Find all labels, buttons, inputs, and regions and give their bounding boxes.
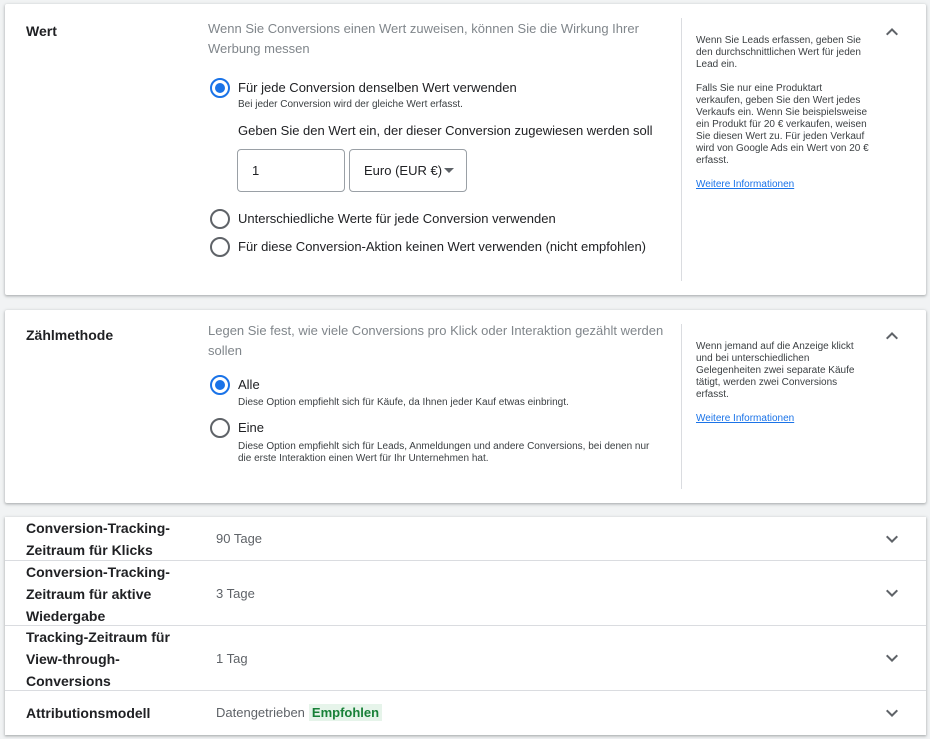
count-one-sublabel: Diese Option empfiehlt sich für Leads, A… bbox=[238, 441, 650, 464]
chevron-down-icon bbox=[886, 654, 898, 662]
row-value: 3 Tage bbox=[216, 586, 255, 601]
learn-more-link[interactable]: Weitere Informationen bbox=[696, 413, 794, 424]
value-section: Wert Wenn Sie Conversions einen Wert zuw… bbox=[5, 4, 926, 295]
count-all-radio[interactable] bbox=[210, 375, 230, 395]
chevron-down-icon bbox=[886, 709, 898, 717]
counting-help-panel: Wenn jemand auf die Anzeige klickt und b… bbox=[696, 341, 870, 425]
value-section-title: Wert bbox=[26, 23, 57, 39]
chevron-up-icon bbox=[886, 332, 898, 340]
same-value-radio[interactable] bbox=[210, 78, 230, 98]
value-help-panel: Wenn Sie Leads erfassen, geben Sie den d… bbox=[696, 35, 870, 191]
no-value-label: Für diese Conversion-Aktion keinen Wert … bbox=[238, 239, 647, 254]
row-label: Attributionsmodell bbox=[26, 705, 151, 721]
counting-section-description: Legen Sie fest, wie viele Conversions pr… bbox=[208, 323, 664, 358]
expand-button[interactable] bbox=[880, 527, 904, 551]
chevron-down-icon bbox=[886, 589, 898, 597]
divider bbox=[681, 18, 682, 281]
count-one-label: Eine bbox=[238, 420, 265, 435]
different-values-radio[interactable] bbox=[210, 209, 230, 229]
attribution-value: Datengetrieben bbox=[216, 705, 305, 720]
value-section-description: Wenn Sie Conversions einen Wert zuweisen… bbox=[208, 21, 639, 56]
chevron-up-icon bbox=[886, 28, 898, 36]
dropdown-arrow-icon bbox=[444, 168, 454, 173]
help-text: Wenn Sie Leads erfassen, geben Sie den d… bbox=[696, 35, 861, 70]
counting-section: Zählmethode Legen Sie fest, wie viele Co… bbox=[5, 310, 926, 503]
row-engaged-view-window[interactable]: Conversion-Tracking-Zeitraum für aktive … bbox=[5, 561, 926, 626]
value-prompt: Geben Sie den Wert ein, der dieser Conve… bbox=[238, 123, 653, 138]
count-all-label: Alle bbox=[238, 377, 260, 392]
chevron-down-icon bbox=[886, 535, 898, 543]
collapse-value-section-button[interactable] bbox=[880, 20, 904, 44]
same-value-label: Für jede Conversion denselben Wert verwe… bbox=[238, 80, 517, 95]
same-value-sublabel: Bei jeder Conversion wird der gleiche We… bbox=[238, 99, 463, 110]
row-value: 1 Tag bbox=[216, 651, 248, 666]
currency-select[interactable]: Euro (EUR €) bbox=[349, 149, 467, 192]
row-value: 90 Tage bbox=[216, 531, 263, 546]
row-label: Conversion-Tracking-Zeitraum für aktive … bbox=[26, 564, 170, 624]
row-label: Conversion-Tracking-Zeitraum für Klicks bbox=[26, 520, 170, 558]
expand-button[interactable] bbox=[880, 581, 904, 605]
expand-button[interactable] bbox=[880, 701, 904, 725]
value-input[interactable]: 1 bbox=[237, 149, 345, 192]
count-all-sublabel: Diese Option empfiehlt sich für Käufe, d… bbox=[238, 397, 569, 408]
currency-selected-value: Euro (EUR €) bbox=[364, 163, 443, 178]
counting-section-title: Zählmethode bbox=[26, 327, 114, 343]
row-view-through-window[interactable]: Tracking-Zeitraum für View-through-Conve… bbox=[5, 626, 926, 691]
recommended-badge: Empfohlen bbox=[308, 704, 383, 721]
collapse-counting-section-button[interactable] bbox=[880, 324, 904, 348]
help-text: Falls Sie nur eine Produktart verkaufen,… bbox=[696, 83, 869, 166]
collapsed-settings-list: Conversion-Tracking-Zeitraum für Klicks … bbox=[5, 517, 926, 735]
learn-more-link[interactable]: Weitere Informationen bbox=[696, 179, 794, 190]
different-values-label: Unterschiedliche Werte für jede Conversi… bbox=[238, 211, 556, 226]
row-label: Tracking-Zeitraum für View-through-Conve… bbox=[26, 629, 170, 689]
divider bbox=[681, 324, 682, 489]
count-one-radio[interactable] bbox=[210, 418, 230, 438]
expand-button[interactable] bbox=[880, 646, 904, 670]
no-value-radio[interactable] bbox=[210, 237, 230, 257]
help-text: Wenn jemand auf die Anzeige klickt und b… bbox=[696, 341, 855, 400]
row-attribution-model[interactable]: Attributionsmodell Datengetrieben Empfohl… bbox=[5, 691, 926, 735]
row-click-through-window[interactable]: Conversion-Tracking-Zeitraum für Klicks … bbox=[5, 517, 926, 561]
row-value: Datengetrieben Empfohlen bbox=[216, 704, 383, 721]
